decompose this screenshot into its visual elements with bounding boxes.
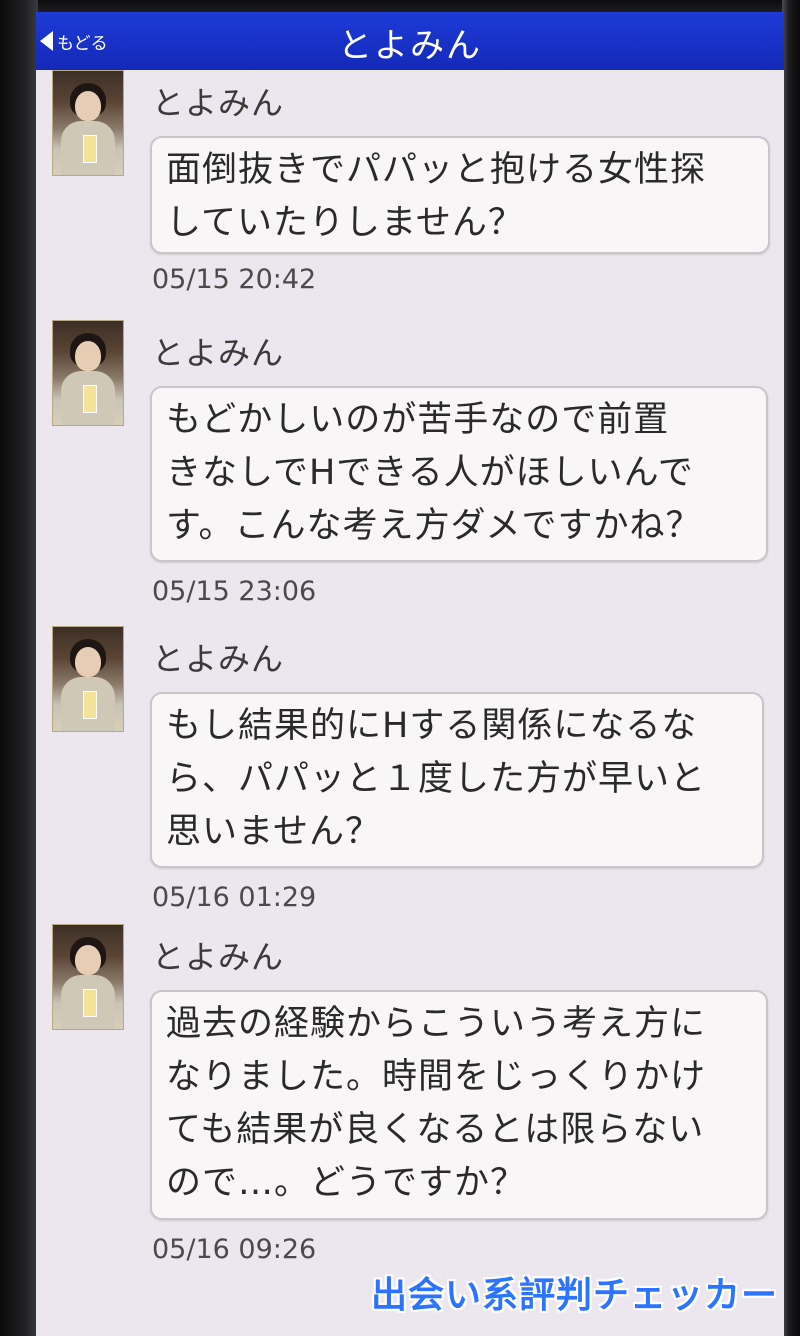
message-bubble[interactable]: 面倒抜きでパパッと抱ける女性探 していたりしません？ <box>150 136 770 254</box>
sender-name: とよみん <box>152 640 285 678</box>
message-timestamp: 05/16 01:29 <box>152 882 317 913</box>
sender-name: とよみん <box>152 938 285 976</box>
message-timestamp: 05/15 20:42 <box>152 264 317 295</box>
avatar[interactable] <box>52 70 124 176</box>
page-title: とよみん <box>338 26 482 66</box>
message-bubble[interactable]: 過去の経験からこういう考え方に なりました。時間をじっくりかけ ても結果が良くな… <box>150 990 768 1220</box>
phone-bezel-left <box>0 0 38 1336</box>
phone-bezel-right <box>782 0 800 1336</box>
avatar[interactable] <box>52 626 124 732</box>
watermark-logo: 出会い系評判チェッカー <box>370 1275 778 1316</box>
message-timestamp: 05/15 23:06 <box>152 576 317 607</box>
sender-name: とよみん <box>152 84 285 122</box>
navigation-bar: もどる とよみん <box>36 12 784 70</box>
message-bubble[interactable]: もどかしいのが苦手なので前置 きなしでHできる人がほしいんで す。こんな考え方ダ… <box>150 386 768 562</box>
message-bubble[interactable]: もし結果的にHする関係になるな ら、パパッと１度した方が早いと 思いません？ <box>150 692 764 868</box>
phone-screen: もどる とよみん とよみん 面倒抜きでパパッと抱ける女性探 していたりしません？… <box>36 12 784 1336</box>
avatar[interactable] <box>52 924 124 1030</box>
sender-name: とよみん <box>152 334 285 372</box>
message-timestamp: 05/16 09:26 <box>152 1234 317 1265</box>
avatar[interactable] <box>52 320 124 426</box>
